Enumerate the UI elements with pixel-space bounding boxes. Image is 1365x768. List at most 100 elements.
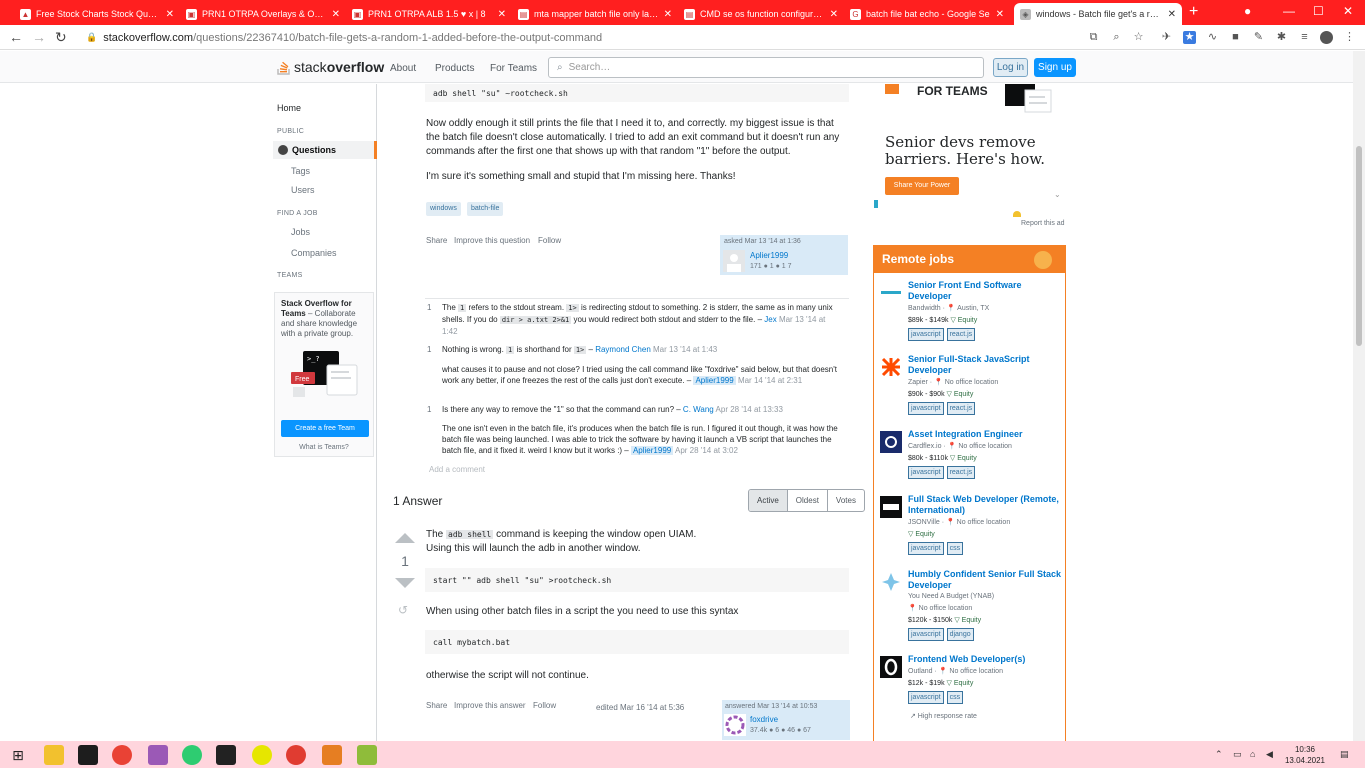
back-icon[interactable]: ← [9, 29, 23, 45]
volume-icon[interactable]: ◀ [1266, 749, 1273, 760]
job-tag[interactable]: javascript [908, 628, 944, 641]
job-title[interactable]: Frontend Web Developer(s) [908, 654, 1062, 665]
extension-icon[interactable]: ∿ [1206, 31, 1219, 44]
battery-icon[interactable]: ▭ [1233, 749, 1242, 760]
downvote-icon[interactable] [395, 578, 415, 588]
reload-icon[interactable]: ↻ [55, 29, 67, 45]
close-icon[interactable]: ✕ [166, 9, 174, 20]
answerer-name[interactable]: foxdrive [750, 715, 778, 724]
nav-about[interactable]: About [390, 63, 416, 74]
job-tag[interactable]: react.js [946, 328, 976, 341]
forward-icon[interactable]: → [32, 29, 46, 45]
profile-avatar[interactable] [1320, 31, 1333, 44]
follow-link[interactable]: Follow [533, 701, 556, 710]
nav-tags[interactable]: Tags [291, 166, 310, 176]
what-is-teams-link[interactable]: What is Teams? [275, 443, 373, 453]
share-link[interactable]: Share [426, 236, 447, 245]
avatar[interactable] [724, 714, 746, 736]
follow-link[interactable]: Follow [538, 236, 561, 245]
add-comment-link[interactable]: Add a comment [429, 465, 485, 474]
close-icon[interactable]: ✕ [996, 9, 1004, 20]
login-button[interactable]: Log in [993, 58, 1028, 77]
close-icon[interactable]: ✕ [1168, 9, 1176, 20]
share-link[interactable]: Share [426, 701, 447, 710]
job-title[interactable]: Senior Front End Software Developer [908, 280, 1062, 302]
url-field[interactable]: 🔒 stackoverflow.com/questions/22367410/b… [76, 28, 1076, 47]
job-tag[interactable]: javascript [908, 466, 944, 479]
new-tab-button[interactable]: + [1189, 4, 1198, 20]
job-title[interactable]: Humbly Confident Senior Full Stack Devel… [908, 569, 1062, 591]
app-icon[interactable] [148, 745, 168, 765]
nav-questions[interactable]: Questions [273, 141, 377, 159]
signup-button[interactable]: Sign up [1034, 58, 1076, 77]
ad-cta-button[interactable]: Share Your Power [885, 177, 959, 195]
report-ad-link[interactable]: Report this ad [1021, 220, 1065, 227]
nav-jobs[interactable]: Jobs [291, 227, 310, 237]
system-clock[interactable]: 10:36 13.04.2021 [1284, 744, 1326, 766]
window-close-button[interactable]: ✕ [1343, 4, 1353, 18]
job-title[interactable]: Senior Full-Stack JavaScript Developer [908, 354, 1062, 376]
extension-icon[interactable]: ■ [1229, 31, 1242, 44]
zoom-icon[interactable]: ⌕ [1110, 31, 1123, 44]
create-team-button[interactable]: Create a free Team [281, 420, 369, 437]
extension-icon[interactable]: ✎ [1252, 31, 1265, 44]
nav-home[interactable]: Home [277, 103, 301, 113]
nav-companies[interactable]: Companies [291, 248, 337, 258]
job-tag[interactable]: javascript [908, 328, 944, 341]
job-tag[interactable]: react.js [946, 402, 976, 415]
maximize-button[interactable]: ☐ [1313, 4, 1324, 18]
job-tag[interactable]: javascript [908, 691, 944, 704]
comment-author[interactable]: Raymond Chen [595, 345, 651, 354]
reading-list-icon[interactable]: ≡ [1298, 31, 1311, 44]
page-scrollbar[interactable] [1353, 51, 1365, 741]
browser-tab[interactable]: ▣ PRN1 OTRPA ALB 1.5 ♥ x | 8 ✕ [346, 3, 512, 25]
tag-windows[interactable]: windows [426, 202, 461, 216]
job-tag[interactable]: css [946, 691, 964, 704]
nav-products[interactable]: Products [435, 63, 474, 74]
close-icon[interactable]: ✕ [498, 9, 506, 20]
record-icon[interactable]: ● [1244, 4, 1251, 18]
app-icon[interactable] [322, 745, 342, 765]
browser-tab[interactable]: Gbatch file bat echo - Google Se ✕ [844, 3, 1010, 25]
browser-tab[interactable]: ▤ mta mapper batch file only launch ✕ [512, 3, 678, 25]
chrome-icon[interactable] [112, 745, 132, 765]
menu-icon[interactable]: ⋮ [1343, 31, 1356, 44]
history-icon[interactable]: ↺ [398, 603, 408, 617]
extension-icon[interactable]: ✈ [1160, 31, 1173, 44]
browser-tab-active[interactable]: ◈ windows - Batch file get's a rand ✕ [1014, 3, 1182, 25]
nav-users[interactable]: Users [291, 185, 315, 195]
comment-author[interactable]: Aplier1999 [630, 446, 674, 455]
file-explorer-icon[interactable] [44, 745, 64, 765]
job-tag[interactable]: react.js [946, 466, 976, 479]
app-icon[interactable] [252, 745, 272, 765]
job-title[interactable]: Asset Integration Engineer [908, 429, 1062, 440]
terminal-icon[interactable] [78, 745, 98, 765]
notifications-icon[interactable]: ▤ [1340, 749, 1349, 760]
upvote-icon[interactable] [395, 533, 415, 543]
improve-question-link[interactable]: Improve this question [454, 236, 530, 245]
job-tag[interactable]: javascript [908, 402, 944, 415]
nav-for-teams[interactable]: For Teams [490, 63, 537, 74]
puzzle-icon[interactable]: ✱ [1275, 31, 1288, 44]
media-player-icon[interactable] [286, 745, 306, 765]
avatar[interactable] [723, 250, 745, 272]
job-title[interactable]: Full Stack Web Developer (Remote, Intern… [908, 494, 1062, 516]
search-input[interactable]: ⌕ Search… [548, 57, 984, 78]
windows-start-icon[interactable]: ⊞ [8, 745, 28, 765]
translate-icon[interactable]: ⧉ [1087, 31, 1100, 44]
star-icon[interactable]: ☆ [1132, 31, 1145, 44]
scrollbar-thumb[interactable] [1356, 146, 1362, 346]
network-icon[interactable]: ⌂ [1250, 749, 1255, 759]
comment-author[interactable]: C. Wang [683, 405, 714, 414]
comment-author[interactable]: Aplier1999 [693, 376, 736, 385]
improve-answer-link[interactable]: Improve this answer [454, 701, 526, 710]
app-icon[interactable] [182, 745, 202, 765]
close-icon[interactable]: ✕ [830, 9, 838, 20]
edited-date[interactable]: edited Mar 16 '14 at 5:36 [596, 703, 684, 712]
job-tag[interactable]: css [946, 542, 964, 555]
browser-tab[interactable]: ▲ Free Stock Charts Stock Quotes ✕ [14, 3, 180, 25]
sort-oldest[interactable]: Oldest [786, 490, 827, 511]
sort-votes[interactable]: Votes [826, 490, 864, 511]
chevron-up-icon[interactable]: ⌃ [1215, 749, 1223, 760]
sort-active[interactable]: Active [749, 490, 787, 511]
